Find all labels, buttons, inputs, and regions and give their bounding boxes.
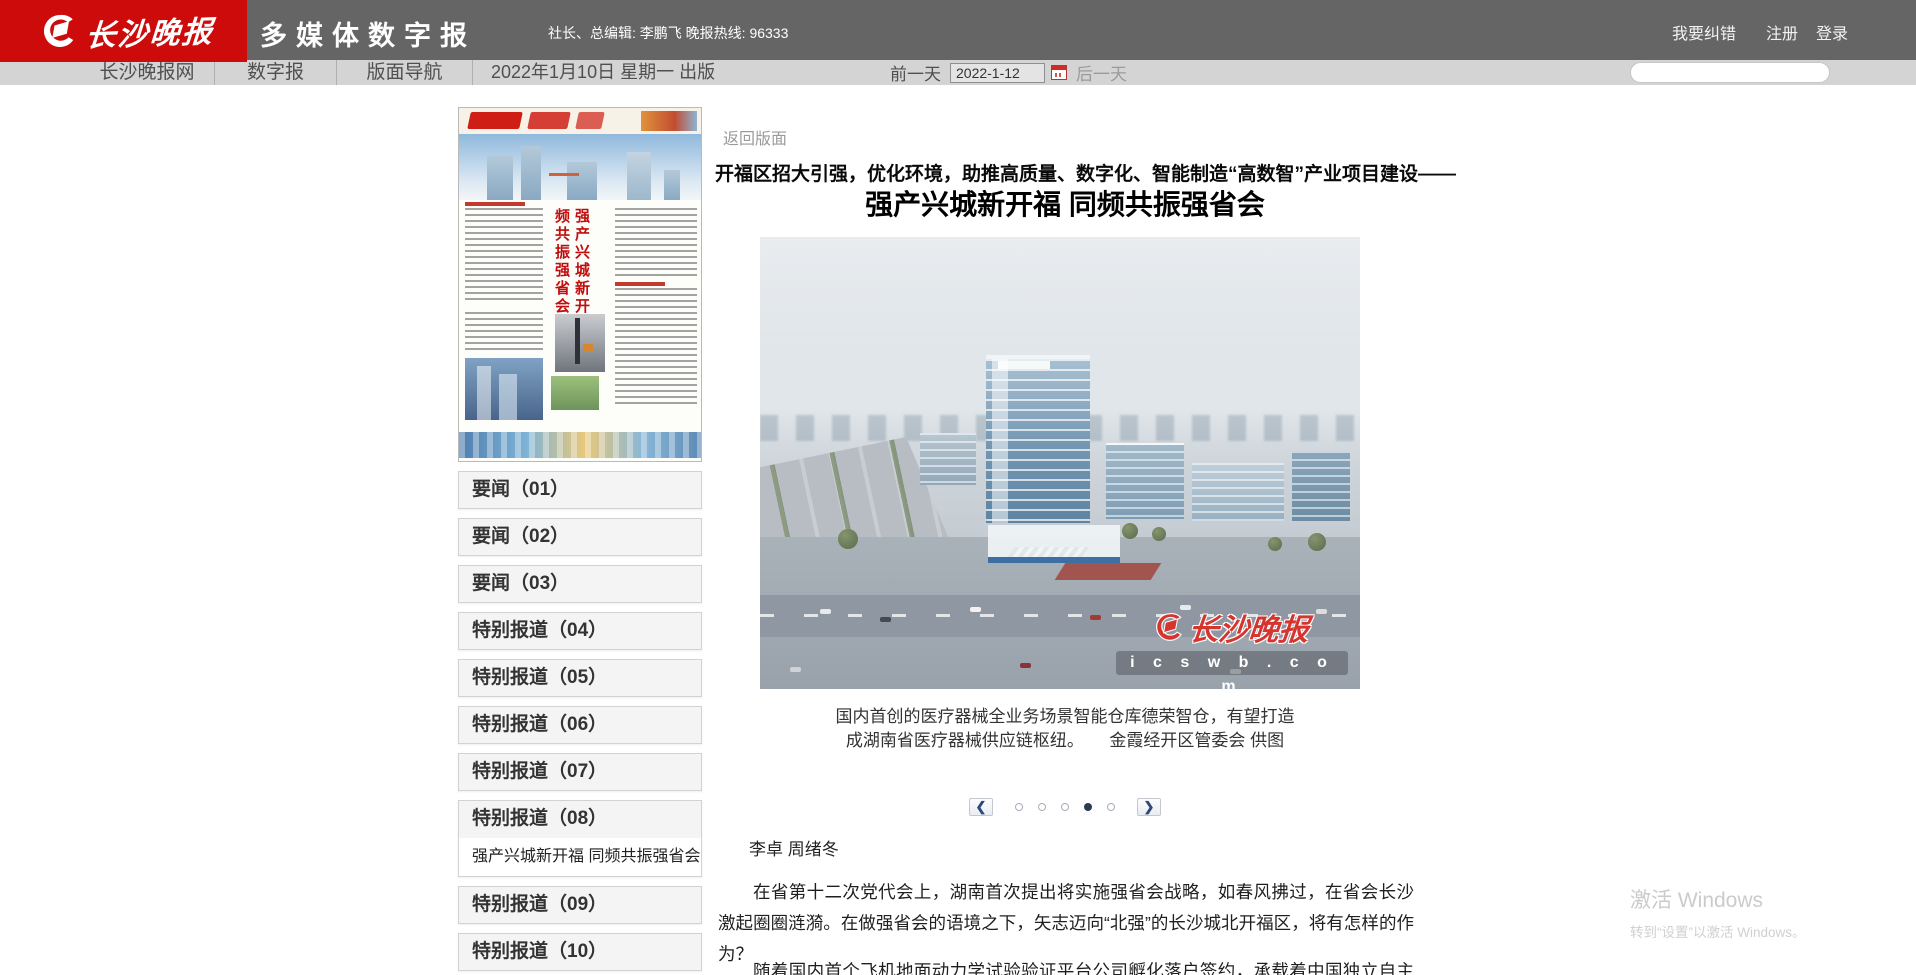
sidebar-active-article-link[interactable]: 强产兴城新开福 同频共振强省会 xyxy=(459,838,701,876)
thumb-banner-photo xyxy=(641,111,697,131)
sidebar-page-special-05[interactable]: 特别报道（05） xyxy=(458,659,702,697)
carousel-next-button[interactable]: ❯ xyxy=(1137,798,1161,816)
date-input[interactable] xyxy=(950,63,1045,83)
thumb-building xyxy=(521,146,541,200)
thumb-text-lines xyxy=(465,208,543,304)
windows-activation-line1: 激活 Windows xyxy=(1630,884,1806,914)
thumb-forklift-photo xyxy=(555,314,605,372)
windows-activation-line2: 转到“设置”以激活 Windows。 xyxy=(1630,921,1806,941)
thumb-building xyxy=(567,162,597,200)
top-header-bar: 多媒体数字报 社长、总编辑: 李鹏飞 晚报热线: 96333 我要纠错 注册 登… xyxy=(0,0,1916,60)
masthead-info: 社长、总编辑: 李鹏飞 晚报热线: 96333 xyxy=(548,23,788,43)
sidebar-page-special-04[interactable]: 特别报道（04） xyxy=(458,612,702,650)
thumb-red-calligraphy xyxy=(527,112,571,129)
thumb-building xyxy=(627,152,651,200)
previous-day-link[interactable]: 前一天 xyxy=(890,60,941,85)
thumb-building xyxy=(487,156,513,200)
sidebar-page-special-06[interactable]: 特别报道（06） xyxy=(458,706,702,744)
sidebar-page-special-07[interactable]: 特别报道（07） xyxy=(458,753,702,791)
article-authors: 李卓 周绪冬 xyxy=(749,835,839,860)
thumb-text-lines xyxy=(615,208,697,278)
thumb-text-lines xyxy=(615,288,697,408)
thumb-city-photo xyxy=(459,134,701,200)
register-link[interactable]: 注册 xyxy=(1766,20,1798,44)
search-box xyxy=(1630,62,1830,83)
date-navigation: 前一天 后一天 xyxy=(890,60,1127,85)
carousel-dots xyxy=(1015,803,1115,811)
thumb-red-calligraphy xyxy=(467,112,523,129)
watermark-emblem-icon xyxy=(1155,612,1185,642)
thumb-crane xyxy=(549,173,579,176)
photo-caption: 国内首创的医疗器械全业务场景智能仓库德荣智仓，有望打造 成湖南省医疗器械供应链枢… xyxy=(715,705,1415,753)
caption-line-2: 成湖南省医疗器械供应链枢纽。 金霞经开区管委会 供图 xyxy=(715,729,1415,753)
thumb-buildings-photo xyxy=(465,358,543,420)
article-photo: 长沙晚报 i c s w b . c o m xyxy=(760,237,1360,689)
photo-watermark: 长沙晚报 i c s w b . c o m xyxy=(1116,605,1348,675)
sidebar-page-yaowen-02[interactable]: 要闻（02） xyxy=(458,518,702,556)
tab-changsha-evening-news-site[interactable]: 长沙晚报网 xyxy=(80,60,215,85)
carousel-dot[interactable] xyxy=(1015,803,1023,811)
site-title: 多媒体数字报 xyxy=(260,14,476,53)
logo-script-text: 长沙晚报 xyxy=(84,7,215,55)
search-input[interactable] xyxy=(1631,64,1825,81)
front-page-thumbnail[interactable]: 强产兴城新开福 同频共振强省会 xyxy=(458,107,702,462)
thumb-headline-bar xyxy=(465,202,525,206)
changsha-evening-news-emblem-icon xyxy=(42,13,78,49)
thumb-bottom-skyline xyxy=(459,432,701,458)
sidebar-page-yaowen-01[interactable]: 要闻（01） xyxy=(458,471,702,509)
publish-date: 2022年1月10日 星期一 出版 xyxy=(491,60,715,85)
tab-page-navigation[interactable]: 版面导航 xyxy=(337,60,473,85)
nav-tabs: 长沙晚报网 数字报 版面导航 xyxy=(80,60,473,85)
next-day-link[interactable]: 后一天 xyxy=(1076,60,1127,85)
calendar-icon[interactable] xyxy=(1051,65,1067,80)
photo-pagination: ❮ ❯ xyxy=(715,797,1415,817)
thumb-green-photo xyxy=(551,376,599,410)
windows-activation-watermark: 激活 Windows 转到“设置”以激活 Windows。 xyxy=(1630,884,1806,941)
article-paragraph: 随着国内首个飞机地面动力学试验验证平台公司孵化落户签约，承载着中国独立自主创新基… xyxy=(718,956,1414,975)
watermark-logo-text: 长沙晚报 xyxy=(1187,605,1312,649)
thumb-building xyxy=(664,170,680,200)
thumb-headline-bar xyxy=(615,282,665,286)
carousel-prev-button[interactable]: ❮ xyxy=(969,798,993,816)
login-link[interactable]: 登录 xyxy=(1816,20,1848,44)
article-content: 返回版面 开福区招大引强，优化环境，助推高质量、数字化、智能制造“高数智”产业项… xyxy=(715,107,1415,975)
nav-bar: 长沙晚报网 数字报 版面导航 2022年1月10日 星期一 出版 前一天 后一天 xyxy=(0,60,1916,85)
newspaper-logo[interactable]: 长沙晚报 xyxy=(0,0,247,62)
watermark-site-url: i c s w b . c o m xyxy=(1116,651,1348,675)
sidebar-page-special-09[interactable]: 特别报道（09） xyxy=(458,886,702,924)
header-links: 我要纠错 注册 登录 xyxy=(1672,20,1848,44)
back-to-page-link[interactable]: 返回版面 xyxy=(723,125,787,149)
carousel-dot-active[interactable] xyxy=(1084,803,1092,811)
carousel-dot[interactable] xyxy=(1061,803,1069,811)
sidebar-page-special-08-expanded: 特别报道（08） 强产兴城新开福 同频共振强省会 xyxy=(458,800,702,877)
caption-line-1: 国内首创的医疗器械全业务场景智能仓库德荣智仓，有望打造 xyxy=(715,705,1415,729)
carousel-dot[interactable] xyxy=(1107,803,1115,811)
thumb-top-banner xyxy=(459,108,701,134)
carousel-dot[interactable] xyxy=(1038,803,1046,811)
sidebar-page-special-08[interactable]: 特别报道（08） xyxy=(459,801,701,838)
article-kicker: 开福区招大引强，优化环境，助推高质量、数字化、智能制造“高数智”产业项目建设—— xyxy=(715,159,1415,186)
tab-digital-paper[interactable]: 数字报 xyxy=(215,60,337,85)
sidebar: 强产兴城新开福 同频共振强省会 要闻（01） 要闻（02） 要闻（03） 特别报… xyxy=(458,107,702,971)
sidebar-page-yaowen-03[interactable]: 要闻（03） xyxy=(458,565,702,603)
report-error-link[interactable]: 我要纠错 xyxy=(1672,20,1736,44)
thumb-text-lines xyxy=(465,312,543,350)
sidebar-page-special-10[interactable]: 特别报道（10） xyxy=(458,933,702,971)
thumb-red-calligraphy xyxy=(575,112,605,129)
article-title: 强产兴城新开福 同频共振强省会 xyxy=(715,183,1415,223)
